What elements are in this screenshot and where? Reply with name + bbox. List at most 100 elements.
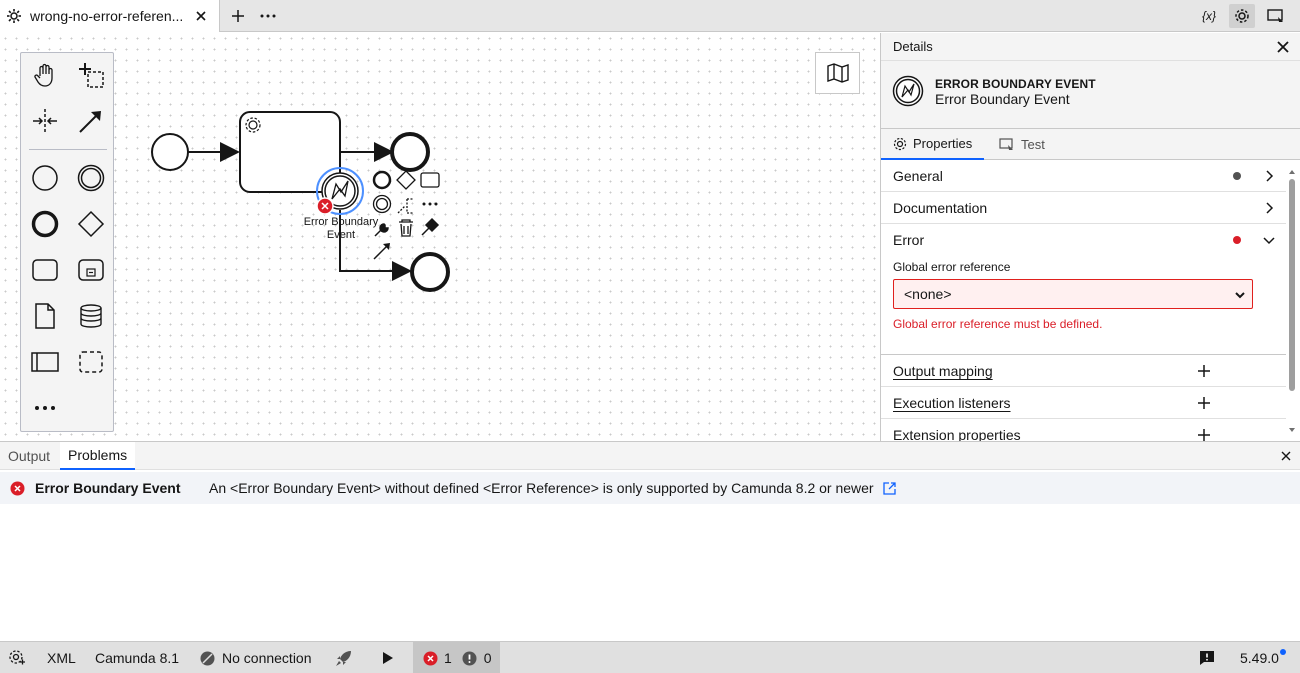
group-execution-listeners[interactable]: Execution listeners (881, 387, 1286, 419)
append-gateway-icon (396, 170, 416, 190)
warning-count: 0 (483, 650, 492, 666)
close-tab-icon[interactable] (193, 8, 209, 24)
global-error-reference-select[interactable]: <none> (893, 279, 1253, 309)
problem-element: Error Boundary Event (35, 480, 181, 496)
end-event-1 (390, 132, 430, 172)
context-pad (372, 170, 440, 260)
more-tabs-button[interactable] (258, 6, 278, 26)
chevron-right-icon (1266, 170, 1274, 182)
more-options-icon (422, 202, 438, 206)
element-type: ERROR BOUNDARY EVENT (935, 77, 1096, 91)
group-extension-properties-label: Extension properties (893, 426, 1021, 442)
details-tabs: Properties Test (881, 129, 1300, 160)
properties-scrollbar[interactable] (1288, 169, 1296, 433)
minimap-toggle[interactable] (815, 52, 860, 94)
ellipsis-icon (260, 14, 276, 18)
tab-test[interactable]: Test (999, 129, 1045, 160)
start-event (151, 133, 189, 171)
error-icon (10, 481, 25, 496)
group-output-mapping[interactable]: Output mapping (881, 355, 1286, 387)
boundary-label-1: Error Boundary (304, 216, 379, 228)
data-marker-icon (1233, 172, 1241, 180)
chevron-down-icon (1235, 292, 1245, 299)
test-panel-icon (1267, 9, 1283, 22)
engine-version-button[interactable]: Camunda 8.1 (95, 642, 179, 673)
feedback-icon (1200, 651, 1214, 665)
external-link-icon[interactable] (883, 482, 896, 495)
group-error[interactable]: Error (881, 224, 1286, 256)
scroll-thumb[interactable] (1289, 179, 1295, 391)
plus-icon[interactable] (1197, 428, 1211, 441)
tab-bar: wrong-no-error-referen... {x} (0, 0, 1300, 32)
xml-button[interactable]: XML (47, 642, 76, 673)
element-name: Error Boundary Event (935, 91, 1070, 107)
deploy-button[interactable] (334, 642, 354, 673)
group-extension-properties[interactable]: Extension properties (881, 419, 1286, 441)
group-documentation[interactable]: Documentation (881, 192, 1286, 224)
process-diagram: Error Boundary Event (151, 111, 450, 292)
plus-icon (232, 10, 244, 22)
settings-icon (893, 137, 907, 150)
bpmn-gear-icon (7, 9, 21, 23)
version-info[interactable]: 5.49.0 (1240, 642, 1286, 673)
trash-icon (399, 219, 413, 237)
warning-icon (462, 651, 477, 665)
error-icon (423, 651, 438, 665)
plus-icon[interactable] (1197, 396, 1211, 410)
group-documentation-label: Documentation (893, 199, 988, 216)
tab-problems[interactable]: Problems (60, 442, 136, 470)
error-count: 1 (444, 650, 452, 666)
tab-properties[interactable]: Properties (881, 129, 985, 160)
settings-icon (9, 650, 25, 665)
group-error-label: Error (893, 232, 925, 248)
validation-error: Global error reference must be defined. (893, 317, 1103, 331)
details-header: Details (881, 33, 1300, 61)
select-value: <none> (904, 286, 952, 302)
run-button[interactable] (381, 642, 395, 673)
chevron-down-icon (1263, 237, 1275, 245)
chevron-right-icon (1266, 202, 1274, 214)
engine-settings-button[interactable] (8, 642, 26, 673)
append-task-icon (420, 172, 440, 188)
variables-button[interactable]: {x} (1198, 6, 1220, 26)
deployment-toggle[interactable] (1266, 6, 1286, 26)
new-tab-button[interactable] (228, 6, 248, 26)
test-icon (999, 137, 1013, 150)
update-dot-icon (1279, 649, 1286, 655)
problem-row[interactable]: Error Boundary Event An <Error Boundary … (0, 472, 1300, 504)
details-panel: Details ERROR BOUNDARY EVENT Error Bound… (880, 33, 1300, 441)
details-title: Details (893, 39, 933, 54)
no-connection-icon (200, 651, 215, 665)
group-execution-listeners-label: Execution listeners (893, 394, 1011, 411)
map-icon (826, 63, 849, 83)
connection-status[interactable]: No connection (200, 642, 312, 673)
tab-title: wrong-no-error-referen... (30, 8, 184, 24)
connect-arrow-icon (373, 244, 389, 260)
text-annotation-icon (397, 198, 413, 214)
group-general[interactable]: General (881, 160, 1286, 192)
bpmn-canvas[interactable]: Error Boundary Event (0, 33, 880, 441)
file-tab[interactable]: wrong-no-error-referen... (0, 0, 220, 32)
group-general-label: General (893, 167, 943, 184)
scroll-up-icon[interactable] (1288, 169, 1296, 175)
tab-output[interactable]: Output (0, 442, 58, 470)
end-event-2 (410, 252, 450, 292)
error-boundary-event-icon (892, 75, 924, 107)
property-groups: General Documentation Error Global error… (881, 160, 1286, 441)
settings-icon (1235, 9, 1249, 23)
global-error-reference-label: Global error reference (893, 260, 1011, 274)
bottom-panel: Output Problems Error Boundary Event An … (0, 441, 1300, 641)
error-marker-icon (1233, 236, 1241, 244)
problem-message: An <Error Boundary Event> without define… (209, 480, 874, 496)
scroll-down-icon[interactable] (1288, 427, 1296, 433)
close-icon[interactable] (1276, 40, 1290, 54)
rocket-icon (336, 651, 351, 666)
element-header: ERROR BOUNDARY EVENT Error Boundary Even… (881, 61, 1300, 129)
tab-test-label: Test (1021, 137, 1045, 152)
plus-icon[interactable] (1197, 364, 1211, 378)
paint-icon (421, 217, 440, 236)
close-panel-icon[interactable] (1280, 450, 1292, 462)
problems-toggle[interactable]: 1 0 (413, 642, 500, 673)
feedback-button[interactable] (1199, 642, 1215, 673)
properties-panel-toggle[interactable] (1229, 4, 1255, 28)
